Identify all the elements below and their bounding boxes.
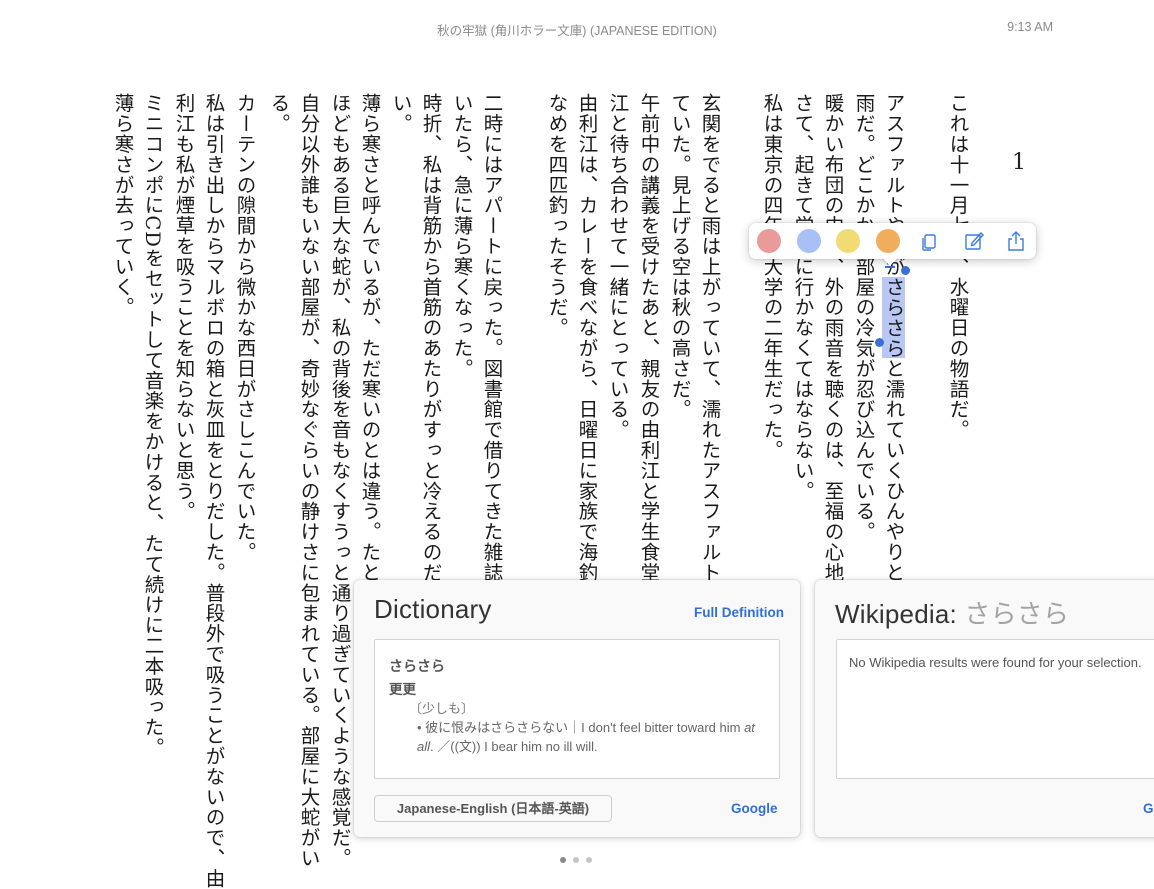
text-line: 江と待ち合わせて一緒にとっている。 bbox=[606, 93, 629, 440]
page-dot-active bbox=[560, 857, 566, 863]
page-indicator[interactable] bbox=[560, 848, 599, 867]
wikipedia-message: No Wikipedia results were found for your… bbox=[849, 655, 1142, 670]
text-line: なめを四匹釣ったそうだ。 bbox=[545, 93, 568, 338]
text-line: カーテンの隙間から微かな西日がさしこんでいた。 bbox=[233, 93, 256, 563]
text-line: 二時にはアパートに戻った。図書館で借りてきた雑誌を読ん bbox=[480, 93, 503, 644]
page-dot bbox=[573, 857, 579, 863]
full-definition-link[interactable]: Full Definition bbox=[694, 605, 784, 620]
dictionary-card: Dictionary Full Definition さらさら 更更 〔少しも〕… bbox=[354, 580, 800, 837]
wikipedia-query: さらさら bbox=[964, 599, 1070, 629]
wikipedia-google-link[interactable]: G bbox=[1143, 801, 1154, 816]
wikipedia-result-box: No Wikipedia results were found for your… bbox=[836, 639, 1154, 779]
text-line-selected[interactable]: アスファルトや葉がさらさらと濡れていくひんやりとした音 bbox=[880, 93, 907, 644]
selection-end-handle[interactable] bbox=[875, 338, 884, 347]
definition-box: さらさら 更更 〔少しも〕 • 彼に恨みはさらさらない｜I don't feel… bbox=[374, 639, 780, 779]
text-line: 私は東京の四年制大学の二年生だった。 bbox=[760, 93, 783, 461]
highlight-blue-button[interactable] bbox=[797, 229, 821, 253]
text-line: 由利江は、カレーを食べながら、日曜日に家族で海釣りに行 bbox=[575, 93, 598, 644]
text-line: ほどもある巨大な蛇が、私の背後を音もなくすうっと通り過ぎていくような感覚だ。 bbox=[328, 93, 351, 869]
text-line: い。 bbox=[389, 93, 412, 134]
text-line: これは十一月七日、水曜日の物語だ。 bbox=[946, 93, 969, 440]
wikipedia-card: Wikipedia: さらさら No Wikipedia results wer… bbox=[815, 580, 1154, 837]
highlight-orange-button[interactable] bbox=[876, 229, 900, 253]
example-text: • 彼に恨みはさらさらない｜I don't feel bitter toward… bbox=[417, 720, 745, 735]
text-line: る。 bbox=[267, 93, 290, 134]
text-line: 利江も私が煙草を吸うことを知らないと思う。 bbox=[172, 93, 195, 522]
toolbar-pointer bbox=[881, 256, 899, 266]
text-line: ミニコンポにCDをセットして音楽をかけると、たて続けに二本吸った。 bbox=[141, 93, 164, 758]
dictionary-kanji: 更更 bbox=[389, 682, 416, 697]
selected-text[interactable]: さらさら bbox=[882, 276, 905, 359]
text-line: ていた。見上げる空は秋の高さだ。 bbox=[668, 93, 691, 420]
note-icon[interactable] bbox=[963, 230, 985, 252]
copy-icon[interactable] bbox=[918, 230, 940, 252]
text-line: 暖かい布団の中で、外の雨音を聴くのは、至福の心地だった。 bbox=[821, 93, 844, 665]
clock: 9:13 AM bbox=[1007, 20, 1053, 34]
dictionary-sense: 〔少しも〕 bbox=[409, 701, 475, 716]
page-dot bbox=[586, 857, 592, 863]
dictionary-select-button[interactable]: Japanese-English (日本語-英語) bbox=[374, 795, 612, 822]
text-line: 私は引き出しからマルボロの箱と灰皿をとりだした。普段外で吸うことがないので、由 bbox=[202, 93, 225, 889]
wikipedia-label: Wikipedia: bbox=[835, 599, 957, 629]
highlight-yellow-button[interactable] bbox=[836, 229, 860, 253]
share-icon[interactable] bbox=[1005, 230, 1027, 252]
wikipedia-title: Wikipedia: さらさら bbox=[835, 594, 1069, 631]
page-number: 1 bbox=[1012, 150, 1026, 175]
text-line: 午前中の講義を受けたあと、親友の由利江と学生食堂で昼食 bbox=[637, 93, 660, 644]
google-link[interactable]: Google bbox=[731, 801, 778, 816]
text-line: 玄関をでると雨は上がっていて、濡れたアスファルトの路面 bbox=[698, 93, 721, 644]
text-line: さて、起きて学校に行かなくてはならない。 bbox=[791, 93, 814, 501]
highlight-red-button[interactable] bbox=[757, 229, 781, 253]
selection-start-handle[interactable] bbox=[901, 266, 910, 275]
text-line: 時折、私は背筋から首筋のあたりがすっと冷えるのだ。これ bbox=[419, 93, 442, 644]
text-line: 自分以外誰もいない部屋が、奇妙なぐらいの静けさに包まれている。部屋に大蛇がい bbox=[297, 93, 320, 869]
text-line: いたら、急に薄ら寒くなった。 bbox=[450, 93, 473, 379]
text-line: 薄ら寒さが去っていく。 bbox=[111, 93, 134, 318]
text-line: 雨だ。どこかから部屋の冷気が忍び込んでいる。 bbox=[852, 93, 875, 542]
book-title: 秋の牢獄 (角川ホラー文庫) (JAPANESE EDITION) bbox=[437, 24, 717, 38]
dictionary-headword: さらさら bbox=[389, 658, 445, 674]
dictionary-example: • 彼に恨みはさらさらない｜I don't feel bitter toward… bbox=[417, 718, 769, 756]
example-translation: . ／((文)) I bear him no ill will. bbox=[430, 739, 598, 754]
highlight-toolbar bbox=[749, 223, 1036, 259]
selection-start-bar bbox=[885, 266, 895, 268]
text-line: 薄ら寒さと呼んでいるが、ただ寒いのとは違う。たとえてい bbox=[358, 93, 381, 644]
dictionary-title: Dictionary bbox=[374, 594, 492, 624]
